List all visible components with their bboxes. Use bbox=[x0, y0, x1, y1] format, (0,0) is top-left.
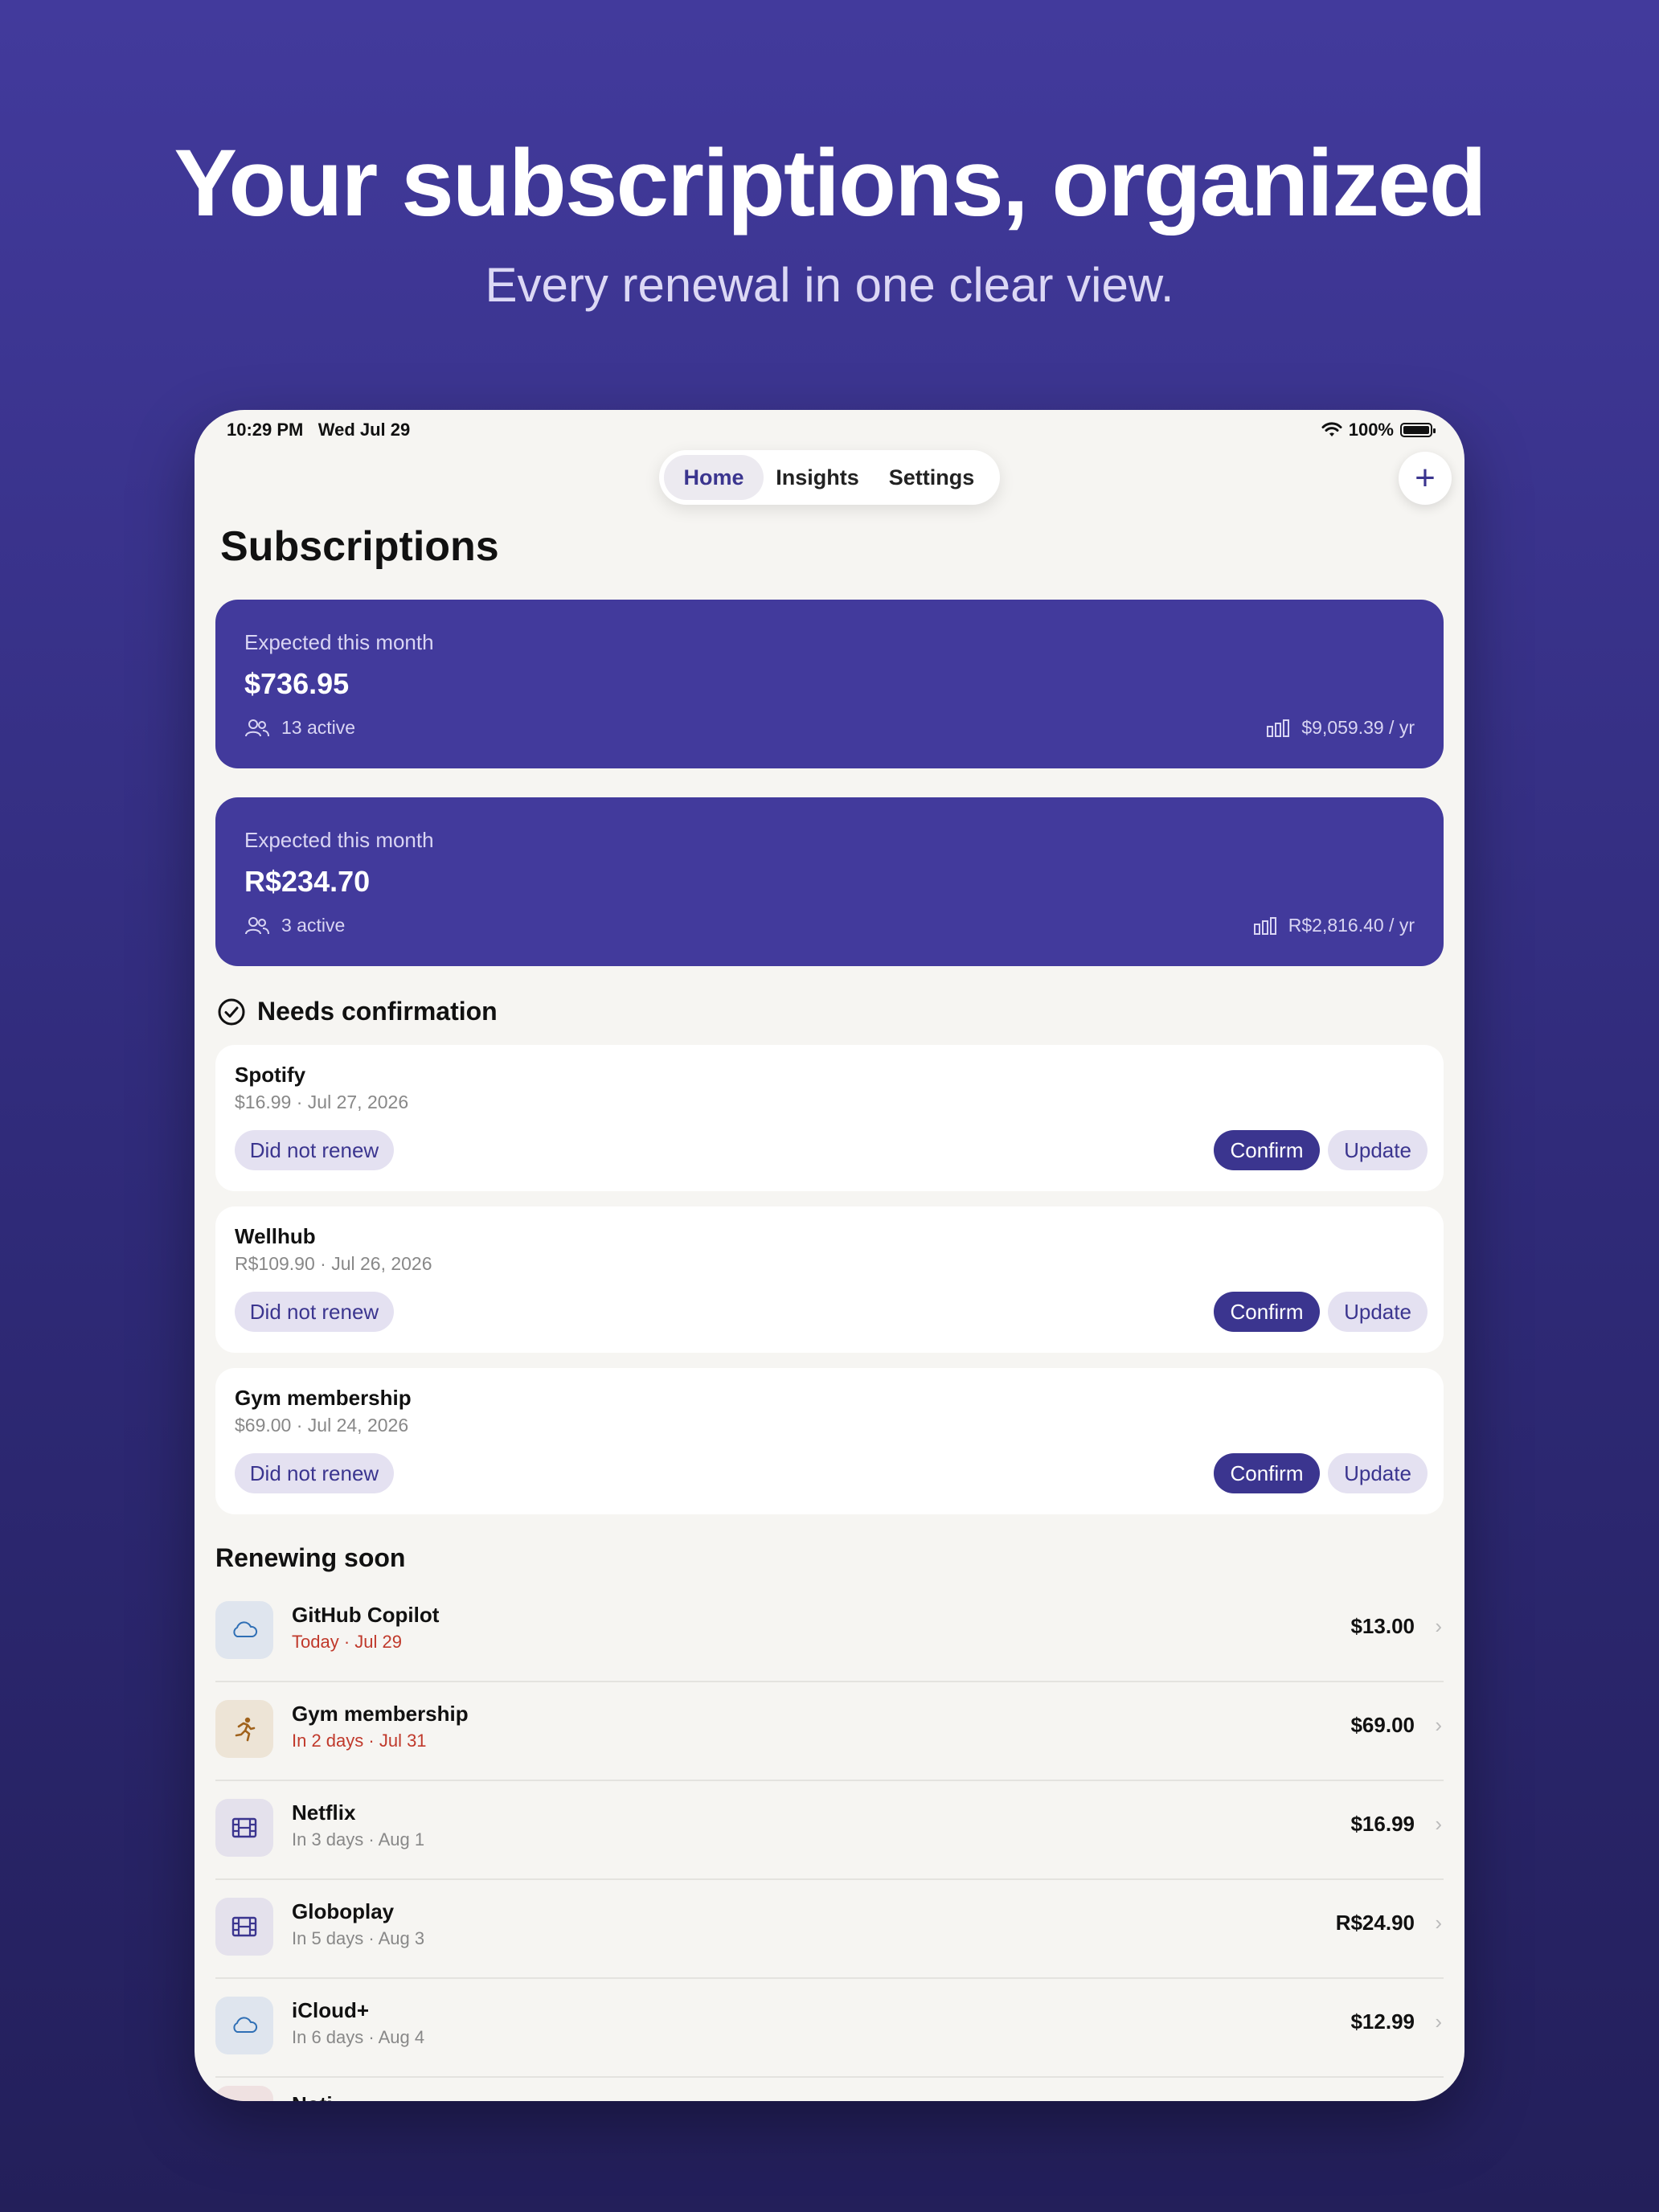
cloud-icon bbox=[215, 1997, 273, 2054]
running-icon bbox=[215, 1700, 273, 1758]
tab-settings[interactable]: Settings bbox=[871, 455, 992, 500]
tab-insights[interactable]: Insights bbox=[764, 455, 871, 500]
renewal-date: Today · Jul 29 bbox=[292, 1632, 402, 1652]
page-title: Subscriptions bbox=[220, 523, 499, 570]
subscription-detail: $16.99 · Jul 27, 2026 bbox=[235, 1092, 409, 1112]
summary-yearly: $9,059.39 / yr bbox=[1266, 717, 1415, 739]
did-not-renew-button[interactable]: Did not renew bbox=[235, 1453, 394, 1493]
status-date: Wed Jul 29 bbox=[317, 420, 411, 440]
update-button[interactable]: Update bbox=[1328, 1453, 1428, 1493]
renewing-soon-header: Renewing soon bbox=[215, 1543, 405, 1573]
renewal-row[interactable]: Gym membership In 2 days · Jul 31 $69.00… bbox=[215, 1682, 1444, 1781]
summary-active-count: 13 active bbox=[281, 717, 356, 738]
bar-chart-icon bbox=[1253, 916, 1276, 935]
partial-row-icon bbox=[215, 2086, 273, 2101]
renewal-name: GitHub Copilot bbox=[292, 1603, 440, 1627]
summary-amount: R$234.70 bbox=[244, 865, 371, 898]
renewal-date: In 6 days · Aug 4 bbox=[292, 2027, 425, 2047]
renewal-name: iCloud+ bbox=[292, 1998, 370, 2022]
partial-row-name: Noti bbox=[292, 2092, 333, 2101]
summary-active: 13 active bbox=[244, 717, 355, 739]
checkmark-circle-icon bbox=[218, 998, 245, 1025]
renewal-date: In 3 days · Aug 1 bbox=[292, 1829, 425, 1849]
status-clock: 10:29 PM bbox=[227, 420, 304, 440]
people-icon bbox=[245, 719, 269, 736]
confirmation-card: Spotify $16.99 · Jul 27, 2026 Did not re… bbox=[215, 1045, 1444, 1191]
summary-label: Expected this month bbox=[244, 828, 434, 852]
status-time: 10:29 PM Wed Jul 29 bbox=[227, 420, 410, 440]
renewal-row[interactable]: Netflix In 3 days · Aug 1 $16.99 › bbox=[215, 1781, 1444, 1880]
battery-percent: 100% bbox=[1348, 420, 1394, 440]
hero-subtitle: Every renewal in one clear view. bbox=[485, 258, 1174, 312]
renewal-name: Netflix bbox=[292, 1800, 356, 1825]
status-right: 100% bbox=[1321, 420, 1436, 440]
subscription-name: Spotify bbox=[235, 1063, 306, 1087]
renewal-row[interactable]: GitHub Copilot Today · Jul 29 $13.00 › bbox=[215, 1583, 1444, 1682]
confirmation-card: Wellhub R$109.90 · Jul 26, 2026 Did not … bbox=[215, 1206, 1444, 1353]
confirm-button[interactable]: Confirm bbox=[1214, 1453, 1320, 1493]
summary-yearly-amount: R$2,816.40 / yr bbox=[1288, 915, 1415, 936]
renewal-price: $16.99 bbox=[1350, 1812, 1415, 1836]
cloud-icon bbox=[215, 1601, 273, 1659]
renewal-name: Gym membership bbox=[292, 1702, 469, 1726]
renewal-price: $13.00 bbox=[1350, 1614, 1415, 1638]
update-button[interactable]: Update bbox=[1328, 1292, 1428, 1332]
device-screen: 10:29 PM Wed Jul 29 100% Home Insights S… bbox=[195, 410, 1464, 2101]
battery-icon bbox=[1400, 423, 1436, 437]
add-subscription-button[interactable]: + bbox=[1399, 452, 1452, 505]
bar-chart-icon bbox=[1267, 719, 1290, 737]
update-button[interactable]: Update bbox=[1328, 1130, 1428, 1170]
film-icon bbox=[215, 1898, 273, 1956]
summary-active-count: 3 active bbox=[281, 915, 346, 936]
tab-bar: Home Insights Settings bbox=[659, 450, 1000, 505]
summary-card-usd[interactable]: Expected this month $736.95 13 active $9… bbox=[215, 600, 1444, 768]
confirm-button[interactable]: Confirm bbox=[1214, 1292, 1320, 1332]
people-icon bbox=[245, 916, 269, 934]
renewal-price: $12.99 bbox=[1350, 2009, 1415, 2034]
chevron-right-icon: › bbox=[1435, 1614, 1442, 1638]
summary-label: Expected this month bbox=[244, 630, 434, 654]
subscription-name: Wellhub bbox=[235, 1224, 316, 1248]
chevron-right-icon: › bbox=[1435, 1911, 1442, 1935]
subscription-detail: R$109.90 · Jul 26, 2026 bbox=[235, 1253, 432, 1274]
summary-yearly: R$2,816.40 / yr bbox=[1253, 915, 1415, 936]
film-icon bbox=[215, 1799, 273, 1857]
summary-yearly-amount: $9,059.39 / yr bbox=[1301, 717, 1415, 738]
summary-amount: $736.95 bbox=[244, 667, 350, 700]
needs-confirmation-title: Needs confirmation bbox=[257, 997, 498, 1026]
tab-home[interactable]: Home bbox=[664, 455, 764, 500]
summary-active: 3 active bbox=[244, 915, 345, 936]
did-not-renew-button[interactable]: Did not renew bbox=[235, 1292, 394, 1332]
chevron-right-icon: › bbox=[1435, 1713, 1442, 1737]
renewal-price: R$24.90 bbox=[1335, 1911, 1415, 1935]
renewal-price: $69.00 bbox=[1350, 1713, 1415, 1737]
renewal-date: In 5 days · Aug 3 bbox=[292, 1928, 425, 1948]
did-not-renew-button[interactable]: Did not renew bbox=[235, 1130, 394, 1170]
renewing-soon-title: Renewing soon bbox=[215, 1543, 406, 1572]
chevron-right-icon: › bbox=[1435, 1812, 1442, 1836]
hero-title: Your subscriptions, organized bbox=[174, 130, 1486, 236]
renewal-row[interactable]: iCloud+ In 6 days · Aug 4 $12.99 › bbox=[215, 1979, 1444, 2078]
renewal-name: Globoplay bbox=[292, 1899, 395, 1923]
renewal-row[interactable]: Globoplay In 5 days · Aug 3 R$24.90 › bbox=[215, 1880, 1444, 1979]
wifi-icon bbox=[1321, 422, 1342, 436]
chevron-right-icon: › bbox=[1435, 2009, 1442, 2034]
renewal-date: In 2 days · Jul 31 bbox=[292, 1731, 427, 1751]
confirmation-card: Gym membership $69.00 · Jul 24, 2026 Did… bbox=[215, 1368, 1444, 1514]
subscription-name: Gym membership bbox=[235, 1386, 412, 1410]
needs-confirmation-header: Needs confirmation bbox=[217, 997, 498, 1026]
subscription-detail: $69.00 · Jul 24, 2026 bbox=[235, 1415, 409, 1436]
summary-card-brl[interactable]: Expected this month R$234.70 3 active R$… bbox=[215, 797, 1444, 966]
confirm-button[interactable]: Confirm bbox=[1214, 1130, 1320, 1170]
